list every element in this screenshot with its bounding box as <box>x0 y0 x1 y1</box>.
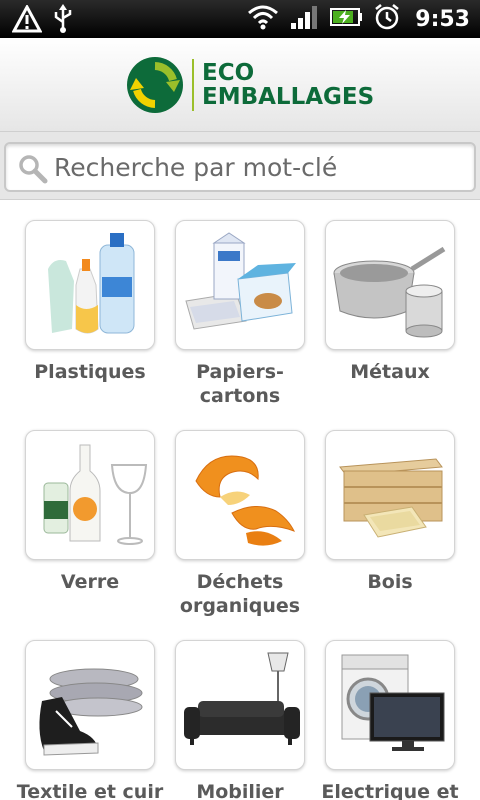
usb-icon <box>52 4 74 38</box>
plastic-bottles-icon <box>48 233 135 334</box>
category-grid: Plastiques Papiers- cartons Métaux Verre… <box>0 200 480 800</box>
eco-emballages-logo: ECO EMBALLAGES <box>126 56 374 114</box>
category-label: Déchets organiques <box>179 571 301 617</box>
category-card[interactable] <box>325 220 455 350</box>
category-dechets-organiques[interactable]: Déchets organiques <box>165 430 315 618</box>
textile-shoes-icon <box>39 668 143 756</box>
search-icon <box>19 155 48 184</box>
category-card[interactable] <box>175 220 305 350</box>
signal-icon <box>289 3 319 35</box>
category-card[interactable] <box>25 640 155 770</box>
orange-peel-icon <box>195 455 296 546</box>
category-card[interactable] <box>325 640 455 770</box>
category-mobilier[interactable]: Mobilier <box>165 640 315 800</box>
category-card[interactable] <box>25 220 155 350</box>
logo-text-line2: EMBALLAGES <box>202 84 375 110</box>
category-bois[interactable]: Bois <box>315 430 465 594</box>
category-label: Bois <box>367 571 413 593</box>
sofa-lamp-icon <box>184 652 300 745</box>
logo-text-line1: ECO <box>202 60 255 86</box>
category-plastiques[interactable]: Plastiques <box>15 220 165 384</box>
category-label: Mobilier <box>196 781 284 800</box>
search-input[interactable] <box>54 149 464 185</box>
category-label: Verre <box>60 571 120 593</box>
category-label: Plastiques <box>34 361 146 383</box>
category-label: Textile et cuir <box>16 781 164 800</box>
washing-machine-tv-icon <box>341 654 445 751</box>
logo-divider <box>192 59 194 111</box>
category-label: Papiers- cartons <box>196 361 284 407</box>
category-label: Electrique et <box>321 781 459 800</box>
category-electrique[interactable]: Electrique et <box>315 640 465 800</box>
status-time: 9:53 <box>415 6 470 32</box>
category-card[interactable] <box>325 430 455 560</box>
wooden-crate-icon <box>339 458 443 538</box>
warning-icon <box>11 3 43 37</box>
recycle-logo-icon <box>127 57 183 113</box>
app-header: ECO EMBALLAGES <box>0 38 480 132</box>
wifi-icon <box>247 3 279 35</box>
status-bar: 9:53 <box>0 0 480 38</box>
category-metaux[interactable]: Métaux <box>315 220 465 384</box>
alarm-icon <box>373 3 401 35</box>
battery-charging-icon <box>329 6 363 32</box>
glass-bottle-jar-icon <box>43 444 148 545</box>
category-card[interactable] <box>175 430 305 560</box>
category-card[interactable] <box>175 640 305 770</box>
category-papiers-cartons[interactable]: Papiers- cartons <box>165 220 315 408</box>
paper-cartons-icon <box>185 232 296 330</box>
category-card[interactable] <box>25 430 155 560</box>
search-box[interactable] <box>4 142 476 192</box>
metal-pot-can-icon <box>333 246 446 338</box>
category-verre[interactable]: Verre <box>15 430 165 594</box>
category-label: Métaux <box>350 361 430 383</box>
search-bar <box>0 132 480 200</box>
category-textile-cuir[interactable]: Textile et cuir <box>15 640 165 800</box>
